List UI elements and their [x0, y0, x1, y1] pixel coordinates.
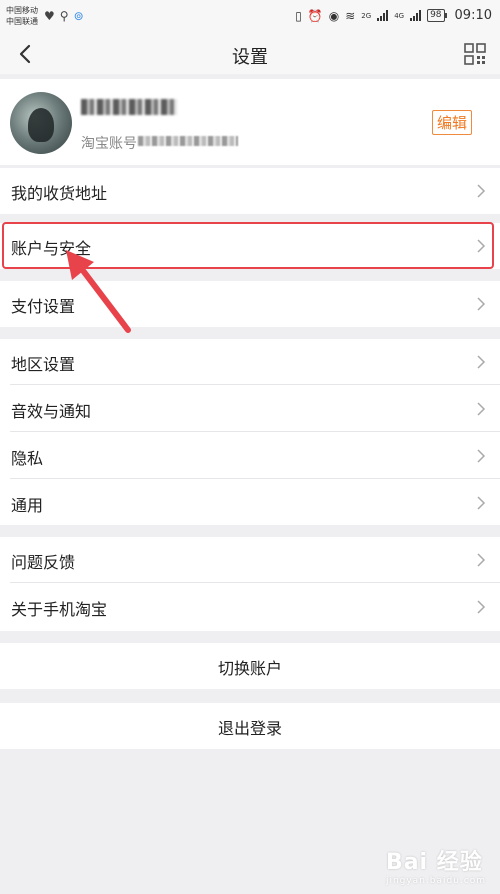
baidu-watermark: Bai 经验 jingyan.baidu.com [386, 844, 486, 886]
logout-button[interactable]: 退出登录 [0, 703, 500, 749]
row-label: 地区设置 [11, 355, 76, 374]
alarm-icon: ⏰ [307, 8, 323, 23]
battery-indicator: 98 [427, 9, 448, 22]
settings-group-general: 地区设置 音效与通知 隐私 通用 [0, 339, 500, 525]
account-id-blurred [138, 136, 238, 146]
row-label: 问题反馈 [11, 553, 76, 572]
key-icon: ⚲ [59, 9, 69, 23]
carrier-1: 中国移动 [6, 6, 38, 15]
grid-icon[interactable] [464, 43, 486, 65]
eye-icon: ◉ [328, 8, 340, 23]
vibrate-icon: ▯ [295, 8, 302, 23]
row-label: 关于手机淘宝 [11, 600, 108, 619]
settings-row-feedback[interactable]: 问题反馈 [0, 537, 500, 583]
carrier-2: 中国联通 [6, 17, 38, 26]
chevron-right-icon [477, 355, 486, 369]
row-label: 隐私 [11, 449, 44, 468]
watermark-text: Bai 经验 [385, 850, 483, 875]
account-label: 淘宝账号 [81, 136, 137, 152]
status-right-icons: ▯ ⏰ ◉ ≋ 2G 4G 98 09:10 [295, 8, 492, 23]
settings-row-general[interactable]: 通用 [0, 480, 500, 526]
clock: 09:10 [454, 8, 492, 23]
network-type-1: 2G [361, 11, 372, 20]
page-title: 设置 [232, 47, 268, 68]
heart-rate-icon: ♥ [44, 9, 55, 23]
nickname-blurred [81, 99, 177, 115]
switch-account-label: 切换账户 [217, 659, 282, 678]
app-notification-icon: ⊚ [73, 9, 84, 23]
chevron-right-icon [477, 402, 486, 416]
chevron-right-icon [477, 184, 486, 198]
switch-account-button[interactable]: 切换账户 [0, 643, 500, 689]
chevron-right-icon [477, 496, 486, 510]
settings-row-sound[interactable]: 音效与通知 [0, 386, 500, 432]
network-type-2: 4G [394, 11, 405, 20]
chevron-right-icon [477, 297, 486, 311]
watermark-sub: jingyan.baidu.com [385, 876, 486, 886]
nav-bar: 设置 [0, 34, 500, 74]
row-label: 通用 [11, 496, 44, 515]
signal-icon-1 [377, 10, 389, 21]
row-label: 我的收货地址 [11, 184, 108, 203]
settings-group-address: 我的收货地址 [0, 168, 500, 214]
settings-row-region[interactable]: 地区设置 [0, 339, 500, 385]
chevron-right-icon [477, 600, 486, 614]
avatar[interactable] [10, 92, 72, 154]
logout-label: 退出登录 [217, 719, 282, 738]
status-notification-icons: ♥ ⚲ ⊚ [44, 9, 84, 23]
settings-row-address[interactable]: 我的收货地址 [0, 168, 500, 214]
settings-row-privacy[interactable]: 隐私 [0, 433, 500, 479]
chevron-right-icon [477, 449, 486, 463]
pointer-arrow-icon [66, 250, 131, 333]
row-label: 音效与通知 [11, 402, 92, 421]
carrier-labels: 中国移动 中国联通 [6, 5, 38, 27]
wifi-icon: ≋ [345, 8, 356, 23]
edit-button[interactable]: 编辑 [431, 110, 472, 135]
status-bar: 中国移动 中国联通 ♥ ⚲ ⊚ ▯ ⏰ ◉ ≋ 2G 4G 98 09:10 [0, 0, 500, 34]
profile-card[interactable]: 淘宝账号 编辑 [0, 79, 500, 165]
signal-icon-2 [410, 10, 422, 21]
settings-group-about: 问题反馈 关于手机淘宝 [0, 537, 500, 631]
settings-row-about[interactable]: 关于手机淘宝 [0, 584, 500, 630]
chevron-right-icon [477, 553, 486, 567]
